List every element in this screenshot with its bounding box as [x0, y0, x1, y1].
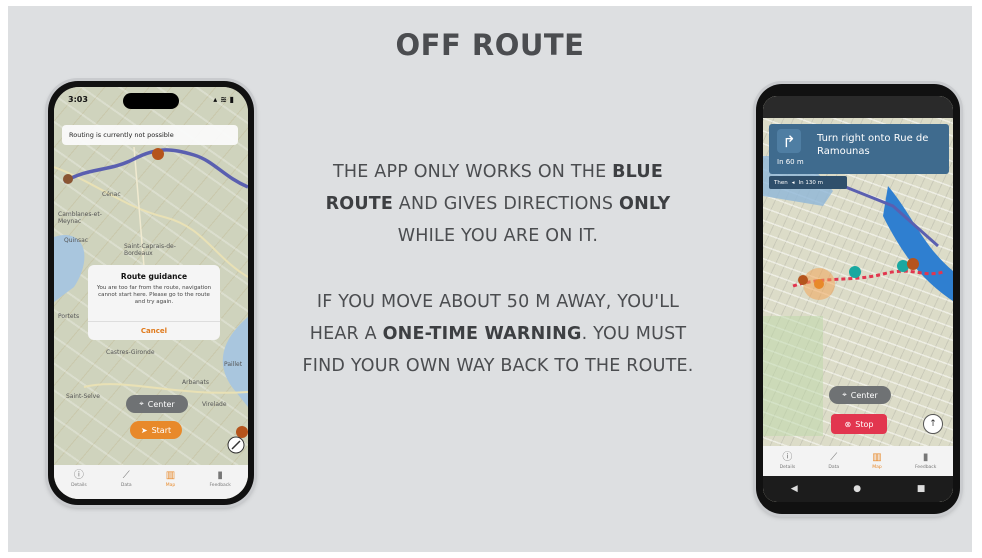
home-icon[interactable]: ●: [853, 484, 861, 494]
map-label: Saint-Selve: [66, 393, 100, 400]
status-icons: ▴ ≋ ▮: [213, 94, 234, 104]
chart-icon: ⟋: [122, 470, 130, 481]
tab-data[interactable]: ⟋ Data: [828, 452, 839, 470]
close-circle-icon: ⊗: [844, 419, 852, 429]
stop-label: Stop: [855, 419, 874, 429]
crosshair-icon: ⌖: [842, 390, 847, 399]
emphasis-text: ONLY: [619, 194, 671, 214]
poi-marker: [236, 426, 248, 438]
map-label: Castres-Gironde: [106, 349, 155, 356]
slide: OFF ROUTE THE APP ONLY WORKS ON THE BLUE…: [8, 6, 972, 552]
emphasis-text: ROUTE: [325, 194, 394, 214]
poi-marker: [849, 266, 861, 278]
explanation-paragraph-1: THE APP ONLY WORKS ON THE BLUE ROUTE AND …: [278, 156, 718, 252]
then-distance: In 130 m: [798, 179, 823, 186]
tab-feedback[interactable]: ▮ Feedback: [209, 470, 230, 488]
body-text: FIND YOUR OWN WAY BACK TO THE ROUTE.: [302, 356, 694, 376]
map-label: Quinsac: [64, 237, 89, 244]
tab-data[interactable]: ⟋ Data: [121, 470, 132, 488]
map-icon: ▥: [872, 452, 882, 463]
right-phone-screen: ↱ In 60 m Turn right onto Rue de Ramouna…: [763, 96, 953, 502]
dialog-message: You are too far from the route, navigati…: [96, 285, 212, 305]
right-phone: ↱ In 60 m Turn right onto Rue de Ramouna…: [756, 84, 960, 514]
then-label: Then: [774, 179, 788, 186]
turn-distance: In 60 m: [777, 158, 804, 166]
feedback-icon: ▮: [922, 452, 929, 463]
feedback-icon: ▮: [217, 470, 223, 481]
dialog-title: Route guidance: [120, 272, 188, 281]
map-label: Virelade: [202, 401, 227, 408]
body-text: HEAR A: [309, 324, 383, 344]
map-label: Paillet: [224, 361, 243, 368]
cancel-button[interactable]: Cancel: [88, 321, 220, 340]
center-label: Center: [147, 399, 175, 409]
poi-marker: [907, 258, 919, 270]
map-label: Arbanats: [182, 379, 210, 386]
poi-marker: [152, 148, 164, 160]
map-label: Cénac: [102, 191, 121, 198]
android-nav-bar: ◀ ● ■: [763, 476, 953, 502]
center-label: Center: [850, 390, 878, 400]
start-button[interactable]: ➤ Start: [130, 421, 182, 439]
poi-marker: [897, 260, 909, 272]
body-text: . YOU MUST: [581, 324, 687, 344]
body-text: IF YOU MOVE ABOUT 50 M AWAY, YOU'LL: [316, 292, 680, 312]
next-maneuver-chip: Then ◂ In 130 m: [769, 176, 847, 189]
body-text: WHILE YOU ARE ON IT.: [397, 226, 599, 246]
status-time: 3:03: [68, 94, 88, 104]
turn-instruction-card: ↱ In 60 m Turn right onto Rue de Ramouna…: [769, 124, 949, 174]
tab-bar: ⓘ Details ⟋ Data ▥ Map ▮ Feedback: [54, 465, 248, 499]
map-icon: ▥: [165, 470, 176, 481]
info-icon: ⓘ: [782, 452, 793, 463]
turn-right-icon: ↱: [777, 129, 801, 153]
start-label: Start: [151, 425, 172, 435]
map-label: Portets: [58, 313, 80, 320]
poi-marker: [63, 174, 73, 184]
tab-bar: ⓘ Details ⟋ Data ▥ Map ▮ Feedback: [763, 446, 953, 476]
chart-icon: ⟋: [830, 452, 838, 463]
center-button[interactable]: ⌖ Center: [126, 395, 188, 413]
turn-instruction: Turn right onto Rue de Ramounas: [817, 133, 929, 157]
dynamic-island: [123, 93, 179, 109]
tab-map[interactable]: ▥ Map: [166, 470, 176, 488]
back-icon[interactable]: ◀: [791, 484, 798, 494]
emphasis-text: BLUE: [612, 162, 663, 182]
tab-map[interactable]: ▥ Map: [872, 452, 882, 470]
emphasis-text: ONE-TIME WARNING: [382, 324, 582, 344]
crosshair-icon: ⌖: [139, 399, 144, 408]
left-phone-screen: Cénac Camblanes-et-Meynac Quinsac Saint-…: [54, 87, 248, 499]
tab-feedback[interactable]: ▮ Feedback: [915, 452, 936, 470]
left-phone: Cénac Camblanes-et-Meynac Quinsac Saint-…: [48, 81, 254, 505]
next-turn-icon: ◂: [791, 179, 795, 186]
tab-details[interactable]: ⓘ Details: [780, 452, 796, 470]
poi-marker: [798, 275, 808, 285]
current-location-marker: [814, 279, 824, 289]
navigation-arrow-icon: ➤: [140, 425, 148, 435]
stop-button[interactable]: ⊗ Stop: [831, 414, 887, 434]
routing-status-banner: Routing is currently not possible: [62, 125, 238, 145]
explanation-paragraph-2: IF YOU MOVE ABOUT 50 M AWAY, YOU'LL HEAR …: [268, 286, 728, 382]
map-label: Camblanes-et-Meynac: [58, 211, 102, 225]
tab-details[interactable]: ⓘ Details: [71, 470, 87, 488]
slide-title: OFF ROUTE: [395, 28, 585, 62]
route-guidance-dialog: Route guidance You are too far from the …: [88, 265, 220, 340]
status-bar: [763, 96, 953, 118]
recents-icon[interactable]: ■: [917, 484, 926, 494]
info-icon: ⓘ: [73, 470, 84, 481]
body-text: THE APP ONLY WORKS ON THE: [333, 162, 613, 182]
map-label: Saint-Caprais-de-Bordeaux: [124, 243, 176, 257]
body-text: AND GIVES DIRECTIONS: [393, 194, 619, 214]
center-button[interactable]: ⌖ Center: [829, 386, 891, 404]
compass-icon[interactable]: ↑: [923, 414, 943, 434]
